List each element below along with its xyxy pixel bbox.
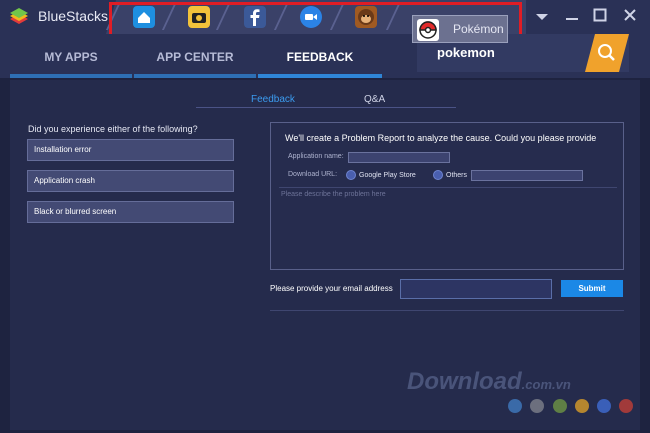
report-divider [279,187,617,188]
tab-label: FEEDBACK [286,50,354,64]
tab-underline [10,74,132,78]
dropdown-icon[interactable] [533,8,551,26]
report-title: We'll create a Problem Report to analyze… [285,133,597,143]
radio-others[interactable] [433,170,443,180]
subtab-feedback[interactable]: Feedback [251,94,295,105]
feedback-panel: Feedback Q&A Did you experience either o… [10,80,640,430]
search-input[interactable]: pokemon [437,45,495,60]
watermark-dot [553,399,567,413]
email-label: Please provide your email address [270,284,393,293]
bluestacks-logo-icon [8,7,30,27]
search-icon [585,34,629,72]
app-name-label: Application name: [288,153,344,160]
subtab-qa[interactable]: Q&A [364,94,385,105]
tab-underline [258,74,382,78]
subtab-divider [196,107,456,108]
others-label: Others [446,172,468,179]
download-url-label: Download URL: [288,171,338,178]
tab-label: MY APPS [44,50,98,64]
form-divider [270,310,624,311]
tab-my-apps[interactable]: MY APPS [10,34,132,78]
others-url-field[interactable] [471,170,583,181]
tab-underline [134,74,256,78]
issue-question: Did you experience either of the followi… [28,124,198,134]
description-textarea[interactable]: Please describe the problem here [281,191,386,198]
option-black-screen[interactable]: Black or blurred screen [27,201,234,223]
app-title: BlueStacks [38,8,109,24]
problem-report-box: We'll create a Problem Report to analyze… [270,122,624,270]
maximize-icon[interactable] [591,8,609,26]
close-icon[interactable] [621,8,639,26]
pokemon-tab-label: Pokémon [453,22,504,36]
watermark-dot [575,399,589,413]
watermark-dot [619,399,633,413]
option-installation-error[interactable]: Installation error [27,139,234,161]
tab-app-center[interactable]: APP CENTER [134,34,256,78]
submit-button[interactable]: Submit [561,280,623,297]
option-application-crash[interactable]: Application crash [27,170,234,192]
email-field[interactable] [400,279,552,299]
pokemon-drag-tab[interactable]: Pokémon [412,15,508,43]
watermark-dot [530,399,544,413]
watermark-dot [597,399,611,413]
google-play-label: Google Play Store [359,172,416,179]
pokeball-icon [417,19,439,41]
tab-label: APP CENTER [156,50,234,64]
tab-feedback[interactable]: FEEDBACK [258,34,382,78]
app-name-field[interactable] [348,152,450,163]
title-bar: BlueStacks [0,0,650,48]
watermark-logo: Download.com.vn [407,368,571,395]
search-button[interactable] [585,34,629,72]
radio-google-play[interactable] [346,170,356,180]
minimize-icon[interactable] [563,8,581,26]
main-nav: MY APPS APP CENTER FEEDBACK pokemon [0,34,650,78]
watermark-dot [508,399,522,413]
